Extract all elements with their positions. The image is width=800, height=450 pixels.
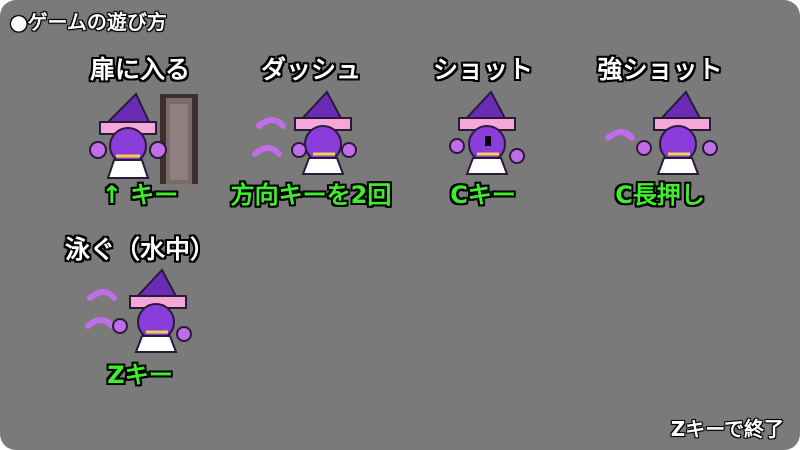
- action-key: C長押し: [615, 181, 705, 209]
- action-title: ショット: [432, 55, 533, 84]
- action-title: 強ショット: [597, 55, 723, 84]
- action-title: ダッシュ: [260, 55, 361, 84]
- witch-enter-door-sprite: [80, 84, 200, 184]
- how-to-play-screen: ●ゲームの遊び方 扉に入る ↑ キー ダッシュ 方向キーを2回 ショット Cキー…: [0, 0, 800, 450]
- action-swim: 泳ぐ（水中） Zキー: [55, 230, 225, 390]
- witch-swim-sprite: [80, 264, 200, 364]
- action-shot: ショット Cキー: [398, 50, 568, 210]
- action-title: 扉に入る: [89, 55, 190, 84]
- action-dash: ダッシュ 方向キーを2回: [226, 50, 396, 210]
- action-key: 方向キーを2回: [230, 181, 392, 209]
- witch-shot-sprite: [423, 84, 543, 184]
- witch-strong-shot-sprite: [600, 84, 720, 184]
- action-key: Zキー: [107, 361, 173, 389]
- screen-title: ●ゲームの遊び方: [10, 10, 167, 34]
- action-title: 泳ぐ（水中）: [64, 235, 215, 264]
- action-enter-door: 扉に入る ↑ キー: [55, 50, 225, 210]
- action-key: ↑ キー: [101, 181, 179, 209]
- exit-hint: Zキーで終了: [670, 417, 784, 441]
- action-key: Cキー: [450, 181, 516, 209]
- action-strong-shot: 強ショット C長押し: [575, 50, 745, 210]
- witch-dash-sprite: [251, 84, 371, 184]
